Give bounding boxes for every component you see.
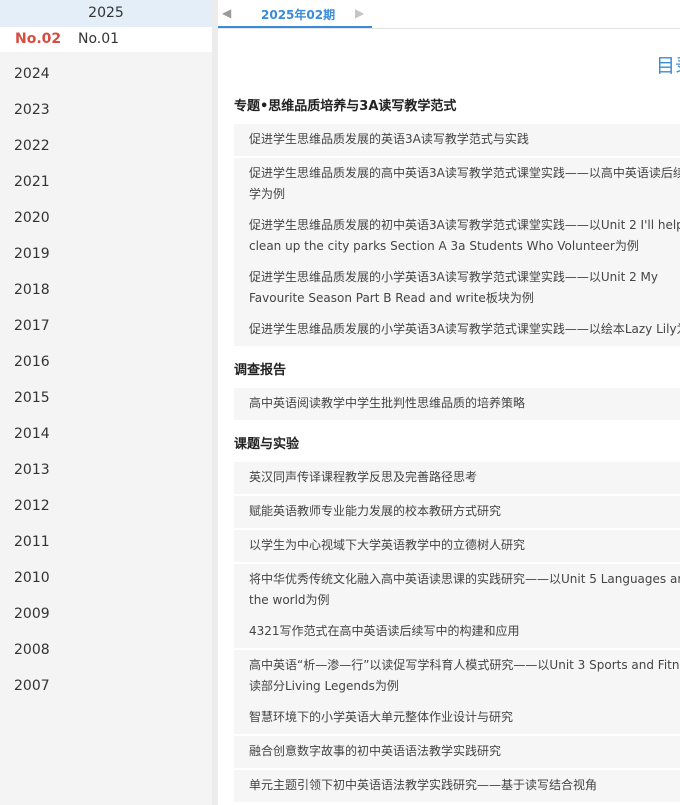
article-title-line: Favourite Season Part B Read and write板块…	[249, 291, 534, 305]
year-item[interactable]: 2024	[0, 56, 50, 92]
year-item[interactable]: 2022	[0, 128, 50, 164]
year-item[interactable]: 2012	[0, 488, 50, 524]
article-link[interactable]: 促进学生思维品质发展的初中英语3A读写教学范式课堂实践——以Unit 2 I'l…	[234, 210, 680, 262]
prev-arrow-icon[interactable]: ◀	[222, 6, 231, 20]
article-link[interactable]: 智慧环境下的小学英语大单元整体作业设计与研究	[234, 702, 680, 734]
year-item[interactable]: 2007	[0, 668, 50, 704]
article-link[interactable]: 高中英语“析—渗—行”以读促写学科育人模式研究——以Unit 3 Sports …	[234, 650, 680, 702]
article-title-line: 促进学生思维品质发展的初中英语3A读写教学范式课堂实践——以Unit 2 I'l…	[249, 218, 680, 232]
article-link[interactable]: 促进学生思维品质发展的小学英语3A读写教学范式课堂实践——以Unit 2 My F…	[234, 262, 680, 314]
article-title-line: 促进学生思维品质发展的小学英语3A读写教学范式课堂实践——以Unit 2 My	[249, 270, 658, 284]
article-link[interactable]: 英汉同声传译课程教学反思及完善路径思考	[234, 462, 680, 494]
year-sidebar: 2025 No.02 No.01 2024 2023 2022 2021 2020 201…	[0, 0, 212, 805]
article-title-line: 学为例	[249, 187, 286, 201]
article-link[interactable]: 4321写作范式在高中英语读后续写中的构建和应用	[234, 616, 680, 648]
article-title-line: 英汉同声传译课程教学反思及完善路径思考	[249, 470, 478, 484]
article-title-line: 高中英语阅读教学中学生批判性思维品质的培养策略	[249, 396, 526, 410]
year-item[interactable]: 2011	[0, 524, 50, 560]
year-item[interactable]: 2016	[0, 344, 50, 380]
section-heading: 调查报告	[234, 363, 287, 378]
toc-title: 目录	[656, 55, 680, 77]
article-title-line: 促进学生思维品质发展的小学英语3A读写教学范式课堂实践——以绘本Lazy Lil…	[249, 322, 680, 336]
issue-link-selected[interactable]: No.02	[15, 31, 61, 47]
article-link[interactable]: 赋能英语教师专业能力发展的校本教研方式研究	[234, 496, 680, 528]
year-item[interactable]: 2009	[0, 596, 50, 632]
next-arrow-icon[interactable]: ▶	[355, 6, 364, 20]
year-item[interactable]: 2010	[0, 560, 50, 596]
article-title-line: 促进学生思维品质发展的英语3A读写教学范式与实践	[249, 132, 529, 146]
year-item[interactable]: 2019	[0, 236, 50, 272]
article-title-line: clean up the city parks Section A 3a Stu…	[249, 239, 639, 253]
year-item[interactable]: 2018	[0, 272, 50, 308]
issue-tab[interactable]: 2025年02期	[218, 0, 372, 28]
issue-tab-bar: 2025年02期 ◀ ▶	[218, 0, 680, 29]
issue-list: No.02 No.01	[0, 27, 212, 52]
article-title-line: 以学生为中心视域下大学英语教学中的立德树人研究	[249, 538, 526, 552]
article-link[interactable]: 促进学生思维品质发展的高中英语3A读写教学范式课堂实践——以高中英语读后续写教学…	[234, 158, 680, 210]
article-title-line: 赋能英语教师专业能力发展的校本教研方式研究	[249, 504, 502, 518]
current-year[interactable]: 2025	[0, 0, 212, 27]
article-title-line: 促进学生思维品质发展的高中英语3A读写教学范式课堂实践——以高中英语读后续写教	[249, 166, 680, 180]
article-link[interactable]: 促进学生思维品质发展的小学英语3A读写教学范式课堂实践——以绘本Lazy Lil…	[234, 314, 680, 346]
article-link[interactable]: 单元主题引领下初中英语语法教学实践研究——基于读写结合视角	[234, 770, 680, 802]
year-item[interactable]: 2015	[0, 380, 50, 416]
article-link[interactable]: 将中华优秀传统文化融入高中英语读思课的实践研究——以Unit 5 Languag…	[234, 564, 680, 616]
section-heading: 课题与实验	[234, 437, 300, 452]
article-link[interactable]: 以学生为中心视域下大学英语教学中的立德树人研究	[234, 530, 680, 562]
article-title-line: the world为例	[249, 593, 330, 607]
issue-link[interactable]: No.01	[78, 31, 119, 47]
year-item[interactable]: 2023	[0, 92, 50, 128]
section-heading: 专题•思维品质培养与3A读写教学范式	[234, 99, 457, 114]
article-title-line: 读部分Living Legends为例	[249, 679, 399, 693]
article-link[interactable]: 促进学生思维品质发展的英语3A读写教学范式与实践	[234, 124, 680, 156]
article-title-line: 单元主题引领下初中英语语法教学实践研究——基于读写结合视角	[249, 778, 598, 792]
year-item[interactable]: 2008	[0, 632, 50, 668]
year-item[interactable]: 2013	[0, 452, 50, 488]
year-item[interactable]: 2020	[0, 200, 50, 236]
article-title-line: 高中英语“析—渗—行”以读促写学科育人模式研究——以Unit 3 Sports …	[249, 658, 680, 672]
toc-content: 目录 专题•思维品质培养与3A读写教学范式促进学生思维品质发展的英语3A读写教学…	[218, 29, 680, 805]
article-link[interactable]: 融合创意数字故事的初中英语语法教学实践研究	[234, 736, 680, 768]
article-title-line: 智慧环境下的小学英语大单元整体作业设计与研究	[249, 710, 514, 724]
article-title-line: 4321写作范式在高中英语读后续写中的构建和应用	[249, 624, 520, 638]
year-item[interactable]: 2014	[0, 416, 50, 452]
article-title-line: 融合创意数字故事的初中英语语法教学实践研究	[249, 744, 502, 758]
year-list: 2024 2023 2022 2021 2020 2019 2018 2017 2016 2015…	[0, 56, 50, 704]
year-item[interactable]: 2021	[0, 164, 50, 200]
article-link[interactable]: 高中英语阅读教学中学生批判性思维品质的培养策略	[234, 388, 680, 420]
year-item[interactable]: 2017	[0, 308, 50, 344]
article-title-line: 将中华优秀传统文化融入高中英语读思课的实践研究——以Unit 5 Languag…	[249, 572, 680, 586]
issue-tab-label: 2025年02期	[261, 8, 336, 22]
